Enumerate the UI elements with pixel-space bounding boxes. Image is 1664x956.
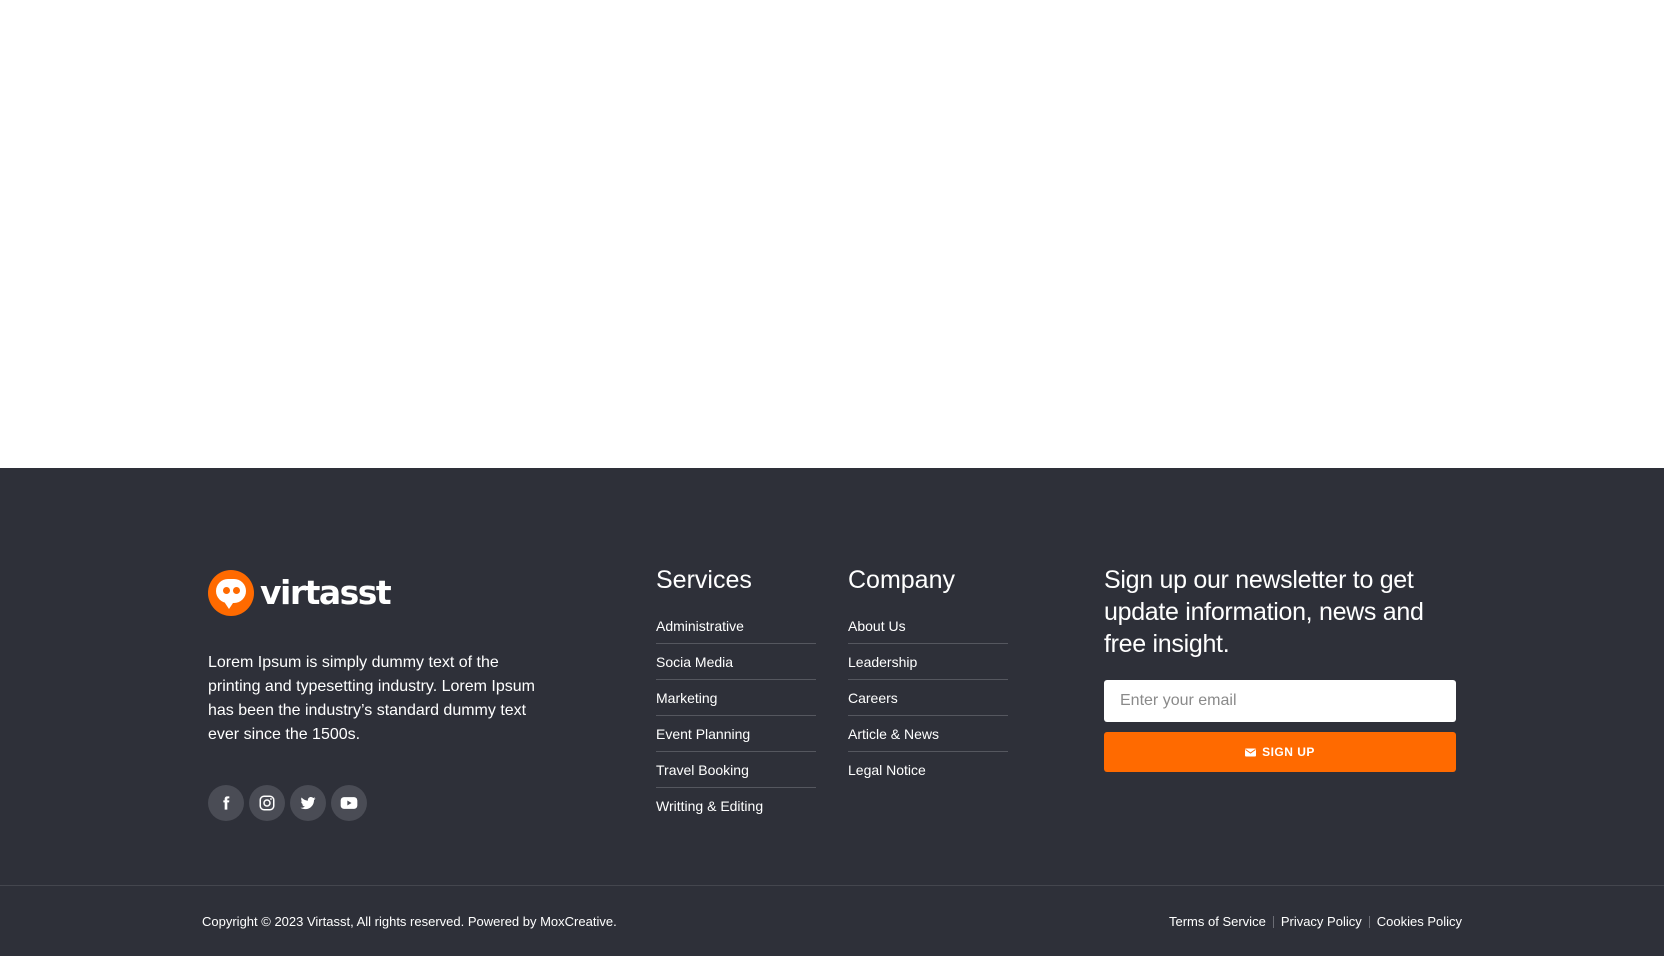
services-link-administrative[interactable]: Administrative: [656, 608, 816, 644]
copyright-text: Copyright © 2023 Virtasst, All rights re…: [202, 914, 617, 929]
footer-divider: [0, 885, 1664, 886]
company-column: Company About Us Leadership Careers Arti…: [848, 564, 1008, 788]
logo[interactable]: virtasst: [208, 569, 538, 617]
privacy-policy-link[interactable]: Privacy Policy: [1281, 913, 1362, 931]
services-link-travel-booking[interactable]: Travel Booking: [656, 752, 816, 788]
footer-brand: virtasst Lorem Ipsum is simply dummy tex…: [208, 569, 538, 821]
company-link-article-news[interactable]: Article & News: [848, 716, 1008, 752]
facebook-icon: [223, 796, 230, 810]
services-link-social-media[interactable]: Socia Media: [656, 644, 816, 680]
envelope-icon: [1245, 748, 1257, 756]
instagram-button[interactable]: [249, 785, 285, 821]
separator: [1368, 916, 1370, 928]
logo-text: virtasst: [260, 573, 392, 612]
company-link-about-us[interactable]: About Us: [848, 608, 1008, 644]
legal-links: Terms of Service Privacy Policy Cookies …: [1169, 913, 1462, 931]
email-input[interactable]: [1104, 680, 1456, 722]
services-link-writing-editing[interactable]: Writting & Editing: [656, 788, 816, 824]
brand-description: Lorem Ipsum is simply dummy text of the …: [208, 654, 535, 743]
facebook-button[interactable]: [208, 785, 244, 821]
company-list: About Us Leadership Careers Article & Ne…: [848, 608, 1008, 788]
cookies-policy-link[interactable]: Cookies Policy: [1377, 913, 1462, 931]
separator: [1272, 916, 1274, 928]
twitter-button[interactable]: [290, 785, 326, 821]
newsletter-section: Sign up our newsletter to get update inf…: [1104, 564, 1456, 772]
services-list: Administrative Socia Media Marketing Eve…: [656, 608, 816, 824]
terms-of-service-link[interactable]: Terms of Service: [1169, 913, 1266, 931]
company-title: Company: [848, 566, 955, 594]
services-column: Services Administrative Socia Media Mark…: [656, 564, 816, 824]
company-link-leadership[interactable]: Leadership: [848, 644, 1008, 680]
youtube-icon: [340, 797, 358, 809]
services-link-marketing[interactable]: Marketing: [656, 680, 816, 716]
twitter-icon: [300, 797, 316, 810]
services-title: Services: [656, 566, 752, 594]
company-link-legal-notice[interactable]: Legal Notice: [848, 752, 1008, 788]
newsletter-title: Sign up our newsletter to get update inf…: [1104, 566, 1424, 658]
instagram-icon: [259, 795, 275, 811]
site-footer: virtasst Lorem Ipsum is simply dummy tex…: [0, 468, 1664, 956]
social-links: [208, 785, 538, 821]
company-link-careers[interactable]: Careers: [848, 680, 1008, 716]
logo-chat-icon: [208, 570, 254, 616]
services-link-event-planning[interactable]: Event Planning: [656, 716, 816, 752]
signup-button-label: SIGN UP: [1262, 745, 1315, 759]
page-content-area: [0, 0, 1664, 468]
signup-button[interactable]: SIGN UP: [1104, 732, 1456, 772]
youtube-button[interactable]: [331, 785, 367, 821]
